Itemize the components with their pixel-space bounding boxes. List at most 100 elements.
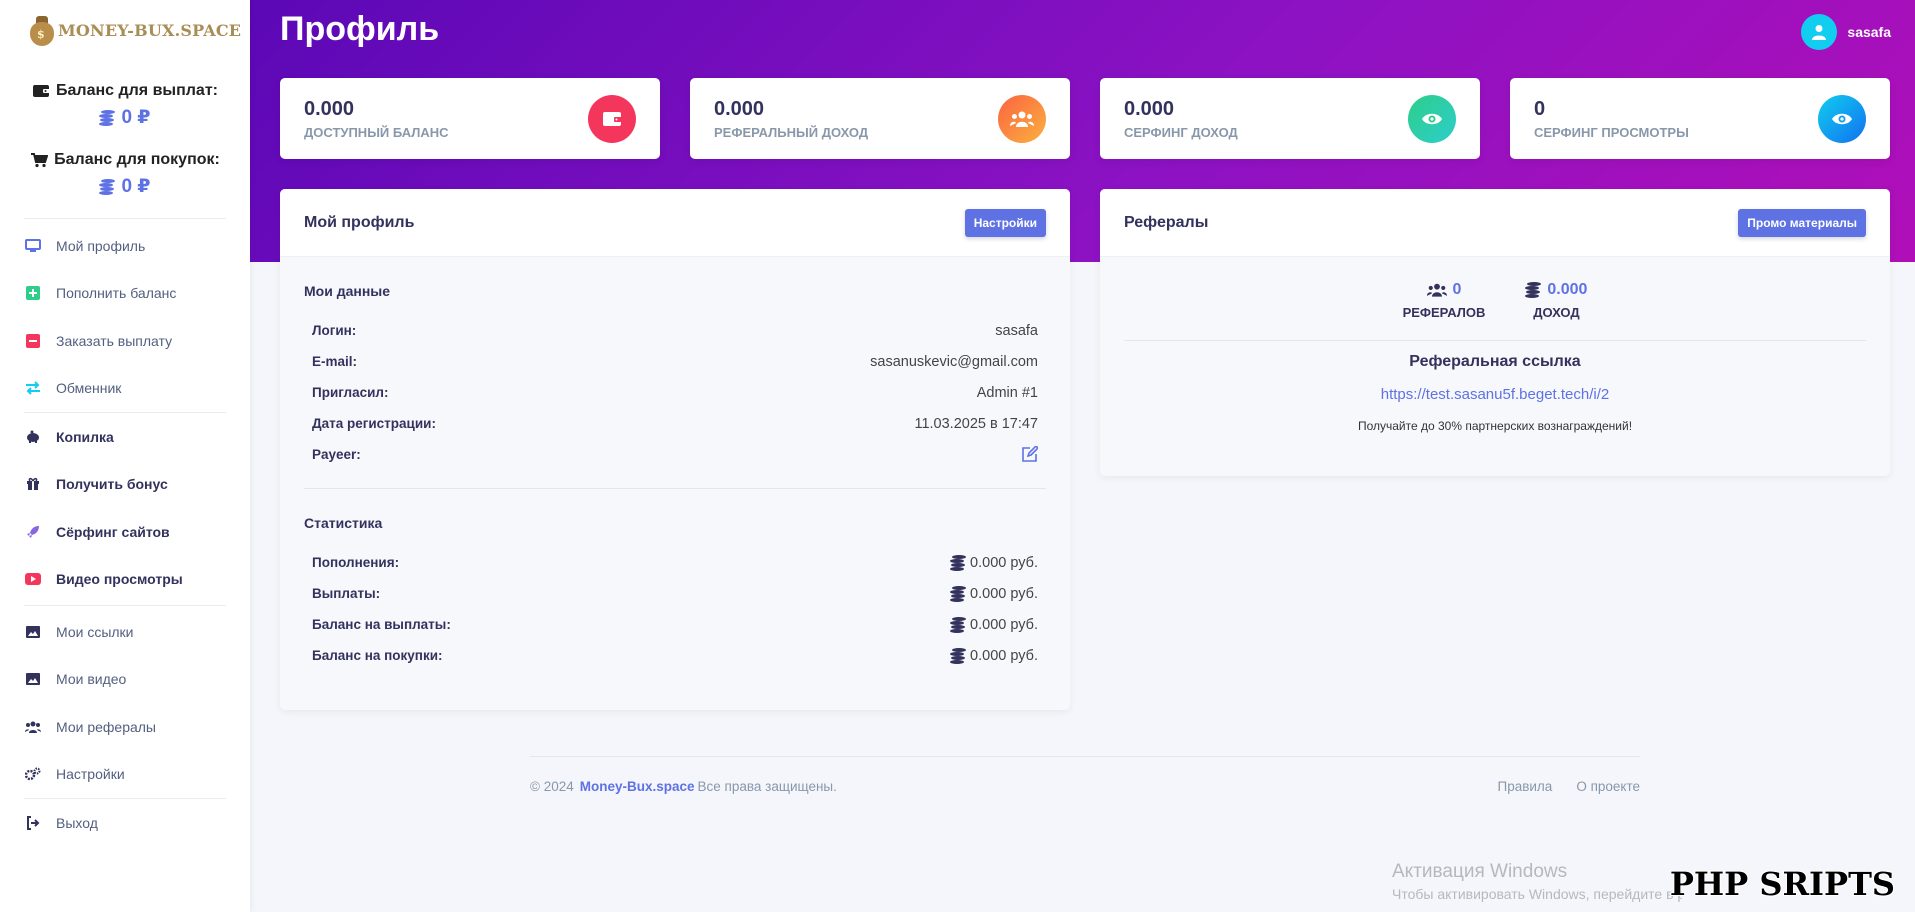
coins-icon — [1525, 282, 1542, 298]
profile-field-payeer: Payeer: — [280, 439, 1070, 470]
sidebar-item-video-views[interactable]: Видео просмотры — [0, 556, 250, 604]
footer-link-rules[interactable]: Правила — [1497, 779, 1552, 794]
sidebar-item-deposit[interactable]: Пополнить баланс — [0, 270, 250, 318]
sidebar-item-exchange[interactable]: Обменник — [0, 365, 250, 413]
divider — [24, 605, 226, 606]
referral-link-title: Реферальная ссылка — [1409, 353, 1581, 370]
referral-note: Получайте до 30% партнерских вознагражде… — [1357, 419, 1633, 433]
divider — [304, 488, 1046, 489]
referral-count: 0 Рефералов — [1402, 281, 1486, 320]
gift-icon — [24, 475, 42, 493]
purchase-balance: Баланс для покупок: 0 ₽ — [0, 151, 250, 198]
avatar — [1801, 14, 1838, 50]
stat-card-surfing-views: 0 Серфинг просмотры — [1510, 78, 1890, 159]
edit-icon — [1022, 446, 1038, 462]
footer-copyright: © 2024 Money-Bux.space Все права защищены. — [530, 779, 837, 794]
coins-icon — [99, 178, 116, 195]
divider — [24, 218, 226, 219]
sidebar-item-surfing[interactable]: Сёрфинг сайтов — [0, 508, 250, 556]
footer-divider — [530, 756, 1640, 757]
username: sasafa — [1847, 24, 1891, 40]
piggy-bank-icon — [24, 428, 42, 446]
sign-out-icon — [24, 814, 42, 832]
referrals-card-title: Рефералы — [1124, 213, 1209, 231]
payout-balance: Баланс для выплат: 0 ₽ — [0, 82, 250, 129]
windows-activation-title: Активация Windows — [1392, 861, 1568, 882]
logo-text: MONEY-BUX.SPACE — [58, 20, 242, 40]
profile-card-title: Мой профиль — [304, 213, 415, 231]
sidebar-item-withdraw[interactable]: Заказать выплату — [0, 317, 250, 365]
divider — [1124, 340, 1866, 341]
footer-links: Правила О проекте — [1497, 779, 1640, 794]
coins-icon — [950, 647, 967, 664]
statistics-heading: Статистика — [304, 515, 383, 531]
footer-link-about[interactable]: О проекте — [1576, 779, 1640, 794]
profile-field-registration-date: Дата регистрации: 11.03.2025 в 17:47 — [312, 415, 1038, 432]
purchase-balance-value: 0 ₽ — [121, 176, 151, 197]
footer-brand-link[interactable]: Money-Bux.space — [580, 779, 695, 794]
profile-field-login: Логин: sasafa — [312, 322, 1038, 339]
stat-row-deposits: Пополнения: 0.000 руб. — [312, 554, 1038, 571]
nav-group-1: Мой профиль Пополнить баланс Заказать вы… — [0, 222, 250, 412]
sidebar-item-profile[interactable]: Мой профиль — [0, 222, 250, 270]
image-icon — [24, 623, 42, 641]
user-menu[interactable]: sasafa — [1801, 14, 1891, 50]
windows-activation-subtitle: Чтобы активировать Windows, перейдите в … — [1392, 886, 1682, 902]
page-title: Профиль — [280, 10, 440, 48]
settings-button[interactable]: Настройки — [964, 208, 1046, 237]
money-bag-icon: $ — [28, 14, 56, 46]
image-icon — [24, 670, 42, 688]
profile-card: Мой профиль Настройки Мои данные Логин: … — [280, 189, 1070, 710]
minus-square-icon — [24, 332, 42, 350]
users-icon — [1010, 111, 1034, 127]
cart-icon — [31, 153, 49, 168]
stat-card-referral-income: 0.000 Реферальный доход — [690, 78, 1070, 159]
plus-square-icon — [24, 284, 42, 302]
coins-icon — [950, 616, 967, 633]
coins-icon — [99, 109, 116, 126]
youtube-icon — [24, 570, 42, 588]
monitor-icon — [24, 237, 42, 255]
payout-balance-value: 0 ₽ — [121, 107, 151, 128]
stat-row-payouts: Выплаты: 0.000 руб. — [312, 585, 1038, 602]
sidebar-item-piggy-bank[interactable]: Копилка — [0, 413, 250, 461]
sidebar-item-logout[interactable]: Выход — [0, 799, 250, 847]
coins-icon — [950, 554, 967, 571]
profile-field-email: E-mail: sasanuskevic@gmail.com — [312, 353, 1038, 370]
coins-icon — [950, 585, 967, 602]
watermark: PHP SRIPTS — [1669, 865, 1895, 903]
users-icon — [24, 718, 42, 736]
stat-card-available-balance: 0.000 Доступный баланс — [280, 78, 660, 159]
sidebar-item-my-videos[interactable]: Мои видео — [0, 656, 250, 704]
profile-field-invited-by: Пригласил: Admin #1 — [312, 384, 1038, 401]
nav-group-3: Мои ссылки Мои видео Мои рефералы Настро… — [0, 608, 250, 798]
sidebar-item-settings[interactable]: Настройки — [0, 751, 250, 799]
users-icon — [1426, 283, 1447, 297]
stat-card-surfing-income: 0.000 Серфинг доход — [1100, 78, 1480, 159]
purchase-balance-label: Баланс для покупок: — [54, 151, 220, 168]
sidebar-item-my-links[interactable]: Мои ссылки — [0, 608, 250, 656]
rocket-icon — [24, 523, 42, 541]
referrals-card: Рефералы Промо материалы 0 Рефералов 0.0… — [1100, 189, 1890, 476]
wallet-icon — [33, 85, 51, 97]
my-data-heading: Мои данные — [304, 283, 391, 299]
edit-payeer-button[interactable] — [1021, 446, 1038, 463]
user-icon — [1812, 25, 1827, 40]
eye-icon — [1422, 113, 1442, 125]
exchange-icon — [24, 379, 42, 397]
logo[interactable]: $ MONEY-BUX.SPACE — [0, 0, 250, 60]
wallet-icon — [603, 112, 622, 126]
referral-income: 0.000 Доход — [1525, 281, 1587, 320]
sidebar-item-my-referrals[interactable]: Мои рефералы — [0, 703, 250, 751]
stat-row-payout-balance: Баланс на выплаты: 0.000 руб. — [312, 616, 1038, 633]
nav-group-2: Копилка Получить бонус Сёрфинг сайтов Ви… — [0, 413, 250, 603]
payout-balance-label: Баланс для выплат: — [56, 82, 218, 99]
sidebar-item-bonus[interactable]: Получить бонус — [0, 461, 250, 509]
promo-materials-button[interactable]: Промо материалы — [1738, 208, 1866, 237]
cogs-icon — [24, 765, 42, 783]
eye-icon — [1832, 113, 1852, 125]
nav-group-4: Выход — [0, 799, 250, 847]
referral-link[interactable]: https://test.sasanu5f.beget.tech/i/2 — [1100, 386, 1890, 403]
stat-row-purchase-balance: Баланс на покупки: 0.000 руб. — [312, 647, 1038, 664]
sidebar: $ MONEY-BUX.SPACE Баланс для выплат: 0 ₽… — [0, 0, 250, 912]
